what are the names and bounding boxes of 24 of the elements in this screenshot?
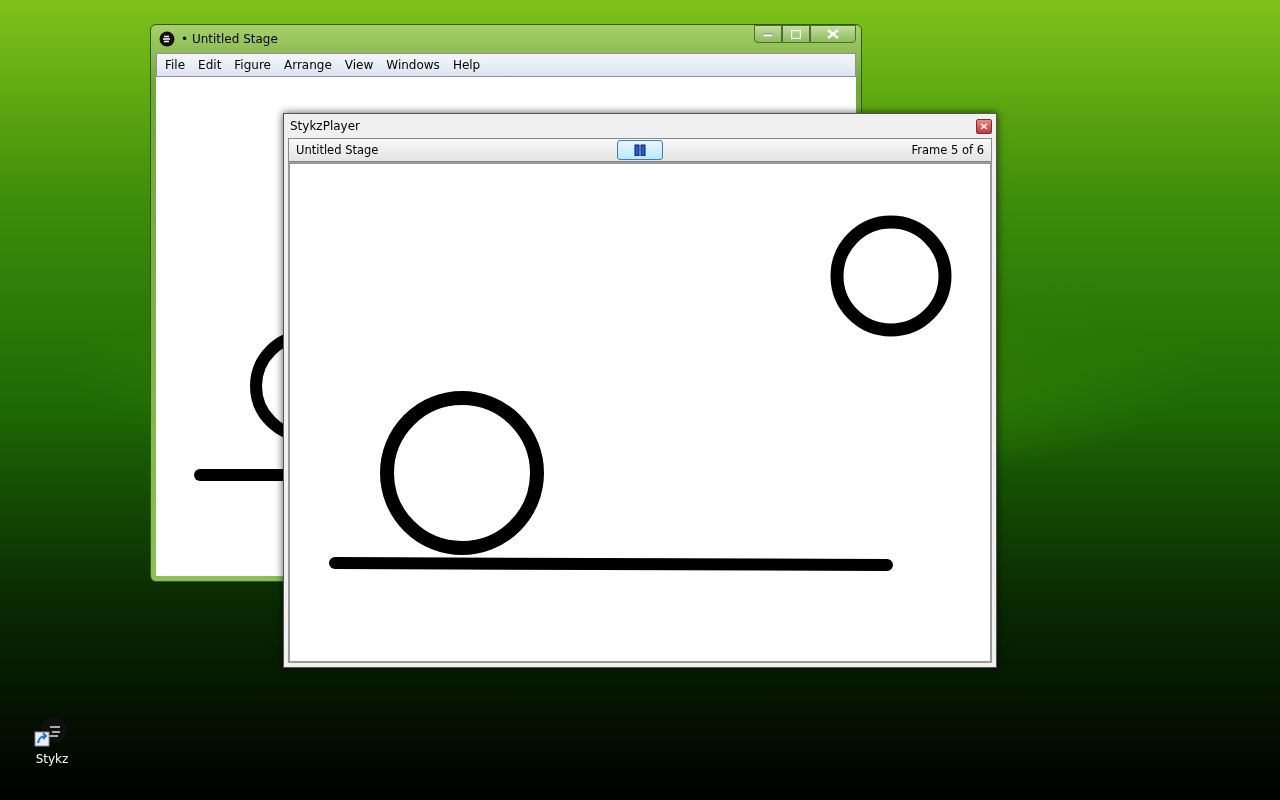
menu-item[interactable]: Help (444, 58, 486, 72)
shortcut-label: Stykz (35, 752, 69, 766)
window-title: • Untitled Stage (181, 32, 278, 46)
maximize-icon (791, 29, 801, 39)
desktop-shortcut[interactable]: Stykz (24, 716, 80, 766)
menu-item[interactable]: Windows (378, 58, 445, 72)
close-icon (980, 122, 988, 130)
pause-button[interactable] (617, 140, 663, 160)
pause-icon (634, 144, 646, 156)
minimize-icon (763, 31, 773, 37)
menu-item[interactable]: View (336, 58, 379, 72)
close-button[interactable] (976, 118, 992, 134)
close-button[interactable] (810, 25, 856, 43)
window-title: StykzPlayer (289, 119, 360, 133)
close-icon (827, 29, 839, 39)
menu-item[interactable]: Edit (190, 58, 227, 72)
maximize-button[interactable] (782, 25, 810, 43)
menu-item[interactable]: Arrange (276, 58, 337, 72)
app-icon (159, 31, 175, 47)
stage-name: Untitled Stage (296, 143, 380, 157)
menu-item[interactable]: File (157, 58, 191, 72)
frame-counter: Frame 5 of 6 (911, 143, 984, 157)
menu-item[interactable]: Figure (226, 58, 276, 72)
minimize-button[interactable] (754, 25, 782, 43)
